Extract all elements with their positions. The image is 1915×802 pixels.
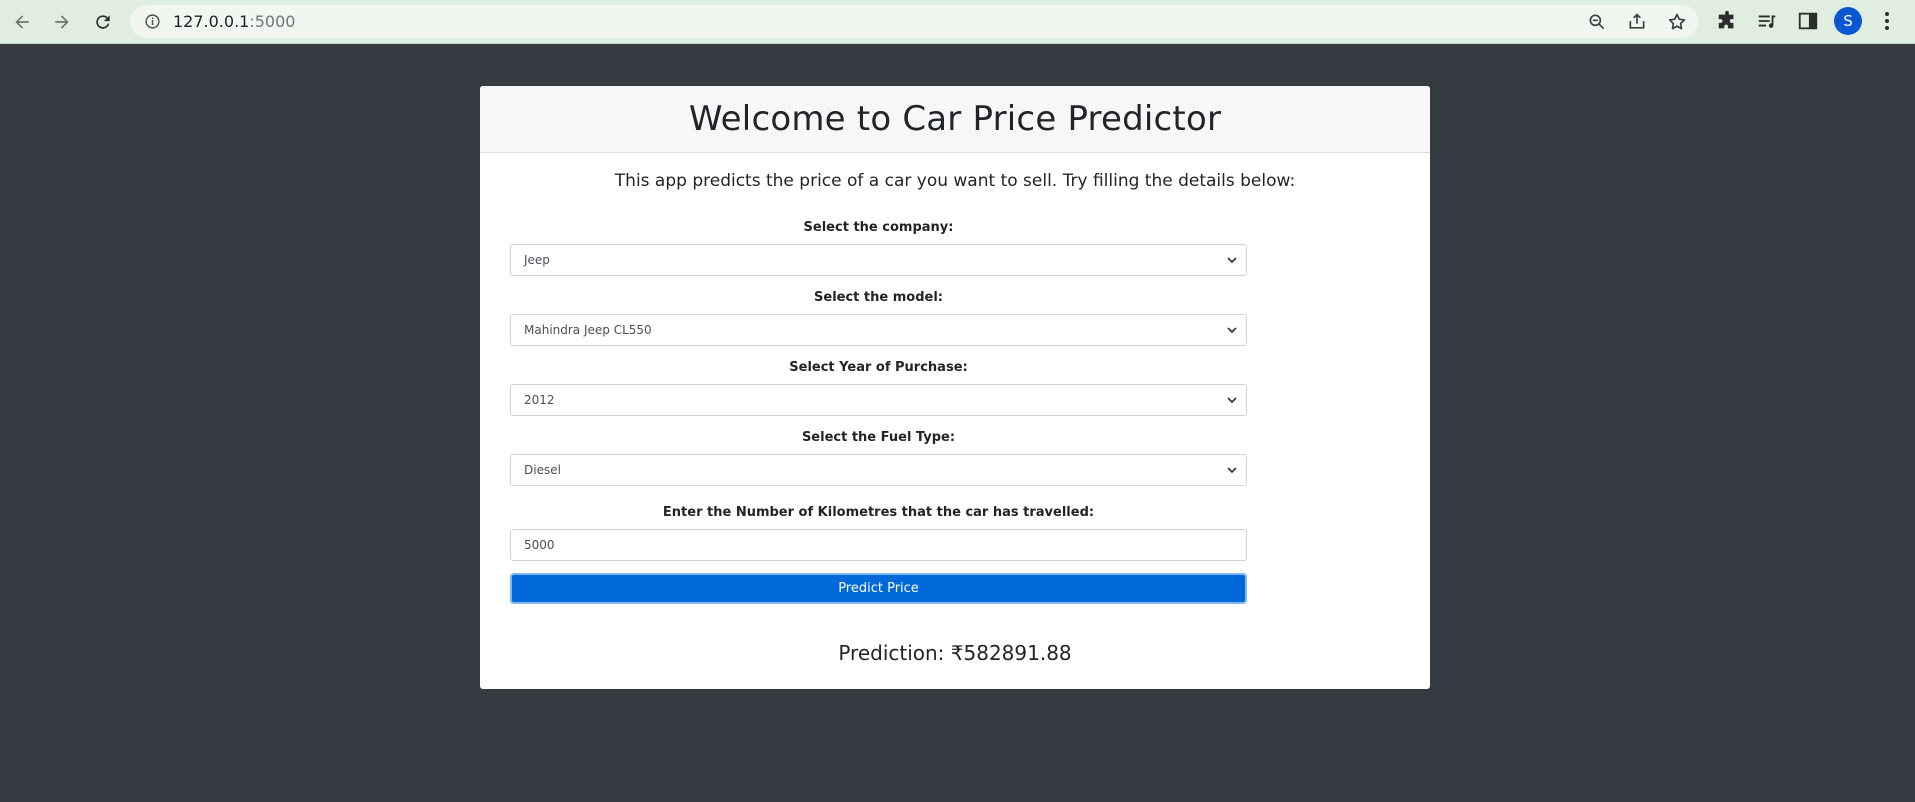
star-icon[interactable] bbox=[1667, 12, 1687, 32]
menu-button[interactable] bbox=[1880, 10, 1894, 32]
kilometres-input[interactable]: 5000 bbox=[510, 529, 1247, 561]
avatar-letter: S bbox=[1843, 12, 1853, 30]
reading-list-icon[interactable] bbox=[1756, 10, 1778, 32]
company-label: Select the company: bbox=[803, 220, 954, 235]
chevron-down-icon bbox=[1227, 467, 1237, 474]
year-value: 2012 bbox=[524, 393, 555, 407]
model-select[interactable]: Mahindra Jeep CL550 bbox=[510, 314, 1247, 346]
back-button[interactable] bbox=[8, 8, 36, 36]
url-text: 127.0.0.1:5000 bbox=[173, 12, 296, 31]
chevron-down-icon bbox=[1227, 327, 1237, 334]
chevron-down-icon bbox=[1227, 397, 1237, 404]
year-select[interactable]: 2012 bbox=[510, 384, 1247, 416]
profile-avatar[interactable]: S bbox=[1834, 7, 1862, 35]
intro-text: This app predicts the price of a car you… bbox=[614, 171, 1296, 191]
share-icon[interactable] bbox=[1627, 12, 1647, 32]
prediction-form: Select the company: Jeep Select the mode… bbox=[510, 219, 1247, 604]
info-icon[interactable] bbox=[144, 13, 161, 30]
reload-icon bbox=[96, 15, 110, 29]
fuel-label: Select the Fuel Type: bbox=[801, 430, 956, 445]
kilometres-label: Enter the Number of Kilometres that the … bbox=[662, 505, 1095, 520]
fuel-value: Diesel bbox=[524, 463, 561, 477]
card-header: Welcome to Car Price Predictor bbox=[480, 86, 1430, 153]
reload-button[interactable] bbox=[89, 8, 117, 36]
page-title: Welcome to Car Price Predictor bbox=[688, 99, 1222, 139]
extensions-icon[interactable] bbox=[1716, 10, 1738, 32]
predictor-card: Welcome to Car Price Predictor This app … bbox=[480, 86, 1430, 689]
zoom-icon[interactable] bbox=[1587, 12, 1607, 32]
browser-toolbar: 127.0.0.1:5000 S bbox=[0, 0, 1915, 44]
fuel-select[interactable]: Diesel bbox=[510, 454, 1247, 486]
kilometres-value: 5000 bbox=[524, 538, 555, 552]
model-label: Select the model: bbox=[814, 290, 943, 305]
side-panel-icon[interactable] bbox=[1797, 10, 1819, 32]
predict-price-button[interactable]: Predict Price bbox=[510, 573, 1247, 604]
address-bar[interactable]: 127.0.0.1:5000 bbox=[130, 5, 1698, 38]
company-select[interactable]: Jeep bbox=[510, 244, 1247, 276]
year-label: Select Year of Purchase: bbox=[789, 360, 968, 375]
prediction-result: Prediction: ₹582891.88 bbox=[838, 641, 1072, 665]
model-value: Mahindra Jeep CL550 bbox=[524, 323, 652, 337]
arrow-left-icon bbox=[15, 15, 29, 29]
arrow-right-icon bbox=[55, 15, 69, 29]
company-value: Jeep bbox=[524, 253, 550, 267]
forward-button[interactable] bbox=[48, 8, 76, 36]
chevron-down-icon bbox=[1227, 257, 1237, 264]
